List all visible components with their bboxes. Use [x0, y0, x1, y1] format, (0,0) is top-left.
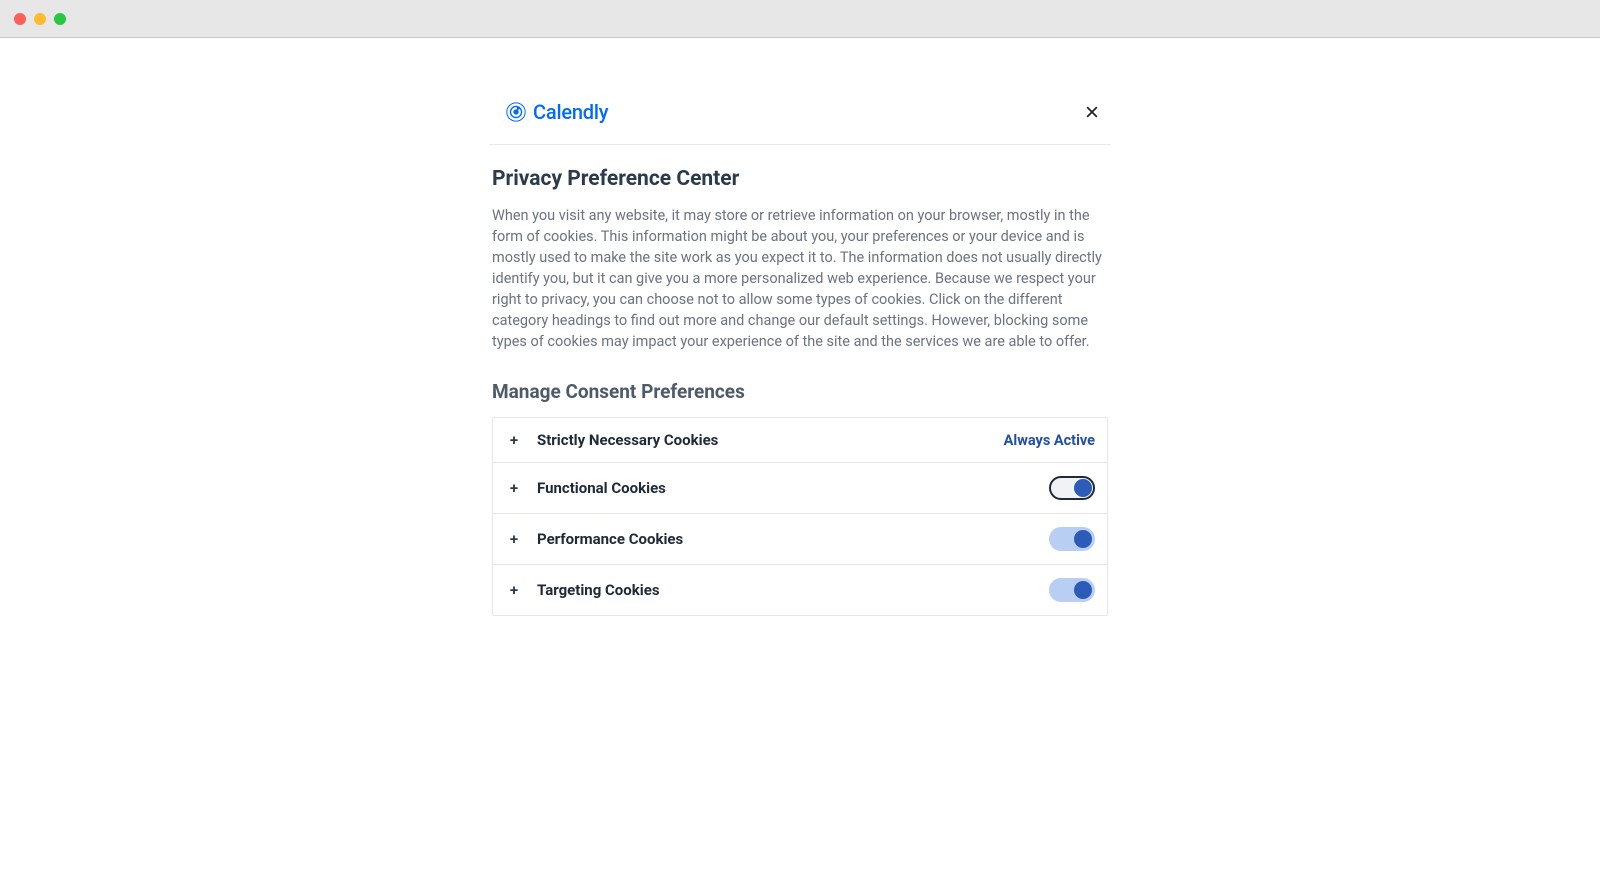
expand-icon[interactable]: + [507, 431, 521, 449]
cookie-category-targeting: + Targeting Cookies [493, 565, 1107, 615]
window-minimize-dot[interactable] [34, 13, 46, 25]
brand-name: Calendly [533, 100, 608, 124]
privacy-preference-modal: Calendly Privacy Preference Center When … [490, 90, 1110, 624]
category-label: Performance Cookies [537, 530, 683, 548]
modal-description: When you visit any website, it may store… [492, 205, 1108, 352]
modal-title: Privacy Preference Center [492, 167, 1108, 191]
modal-header: Calendly [490, 90, 1110, 145]
category-label: Functional Cookies [537, 479, 666, 497]
category-label: Targeting Cookies [537, 581, 660, 599]
cookie-category-strictly-necessary: + Strictly Necessary Cookies Always Acti… [493, 418, 1107, 463]
close-button[interactable] [1078, 98, 1106, 126]
always-active-label: Always Active [1004, 432, 1095, 449]
cookie-category-list: + Strictly Necessary Cookies Always Acti… [492, 417, 1108, 616]
performance-cookies-toggle[interactable] [1049, 527, 1095, 551]
expand-icon[interactable]: + [507, 530, 521, 548]
cookie-category-performance: + Performance Cookies [493, 514, 1107, 565]
expand-icon[interactable]: + [507, 581, 521, 599]
cookie-category-functional: + Functional Cookies [493, 463, 1107, 514]
close-icon [1085, 105, 1099, 119]
window-maximize-dot[interactable] [54, 13, 66, 25]
expand-icon[interactable]: + [507, 479, 521, 497]
calendly-logo-icon [506, 102, 526, 122]
window-titlebar [0, 0, 1600, 38]
targeting-cookies-toggle[interactable] [1049, 578, 1095, 602]
modal-body: Privacy Preference Center When you visit… [490, 145, 1110, 624]
category-label: Strictly Necessary Cookies [537, 431, 718, 449]
functional-cookies-toggle[interactable] [1049, 476, 1095, 500]
manage-consent-heading: Manage Consent Preferences [492, 380, 1108, 403]
brand-logo: Calendly [506, 100, 608, 124]
window-close-dot[interactable] [14, 13, 26, 25]
